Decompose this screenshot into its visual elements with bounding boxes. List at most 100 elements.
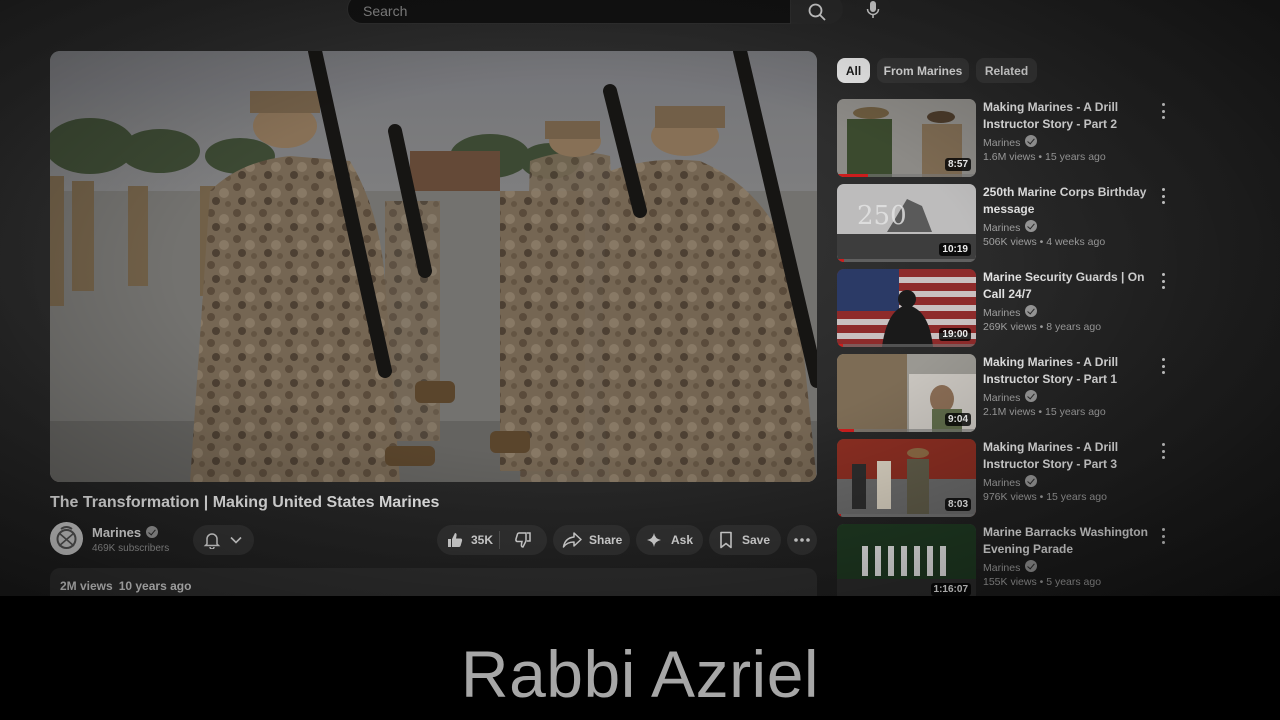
video-duration: 9:04 — [944, 413, 971, 426]
related-video-channel[interactable]: Marines — [983, 305, 1038, 319]
watch-progress-track — [837, 259, 976, 262]
more-vertical-icon[interactable] — [1159, 528, 1167, 544]
upload-age: 10 years ago — [118, 579, 192, 593]
related-video[interactable]: 9:04 Making Marines - A Drill Instructor… — [837, 354, 1177, 434]
channel-name-text[interactable]: Marines — [92, 525, 141, 540]
more-vertical-icon[interactable] — [1159, 103, 1167, 119]
view-count: 2M views — [60, 579, 113, 593]
video-duration: 10:19 — [939, 243, 971, 256]
related-video-title[interactable]: Making Marines - A Drill Instructor Stor… — [983, 354, 1155, 388]
video-duration: 8:03 — [944, 498, 971, 511]
related-video-meta: 1.6M views • 15 years ago — [983, 151, 1106, 163]
related-video-channel-name[interactable]: Marines — [983, 392, 1020, 404]
chip-all[interactable]: All — [837, 58, 870, 83]
channel-avatar[interactable] — [50, 522, 83, 555]
more-vertical-icon[interactable] — [1159, 443, 1167, 459]
like-button[interactable]: 35K — [437, 531, 500, 549]
video-duration: 19:00 — [939, 328, 971, 341]
related-video-title[interactable]: Making Marines - A Drill Instructor Stor… — [983, 439, 1155, 473]
video-thumbnail[interactable]: 19:00 — [837, 269, 976, 347]
video-thumbnail[interactable]: 8:03 — [837, 439, 976, 517]
related-video[interactable]: 1:16:07 Marine Barracks Washington Eveni… — [837, 524, 1177, 596]
chip-related[interactable]: Related — [976, 58, 1037, 83]
microphone-icon — [866, 1, 880, 18]
related-video-meta: 2.1M views • 15 years ago — [983, 406, 1106, 418]
watch-progress-bar — [837, 259, 844, 262]
more-actions-button[interactable] — [787, 525, 817, 555]
save-button[interactable]: Save — [709, 525, 781, 555]
related-video-meta: 155K views • 5 years ago — [983, 576, 1102, 588]
related-video-channel-name[interactable]: Marines — [983, 562, 1020, 574]
voice-search-button[interactable] — [855, 0, 891, 24]
related-video[interactable]: 19:00 Marine Security Guards | On Call 2… — [837, 269, 1177, 349]
search-icon — [808, 3, 826, 21]
svg-text:250: 250 — [857, 201, 907, 231]
notification-bell-button[interactable] — [193, 525, 254, 555]
video-frame-marines-marching — [50, 51, 817, 482]
related-video[interactable]: 8:57 Making Marines - A Drill Instructor… — [837, 99, 1177, 179]
description-meta: 2M views 10 years ago — [60, 579, 191, 593]
more-horizontal-icon — [794, 538, 810, 542]
related-video-channel[interactable]: Marines — [983, 560, 1038, 574]
channel-name[interactable]: Marines — [92, 525, 159, 540]
related-video-meta: 976K views • 15 years ago — [983, 491, 1107, 503]
related-video-channel[interactable]: Marines — [983, 475, 1038, 489]
related-video-meta: 269K views • 8 years ago — [983, 321, 1102, 333]
verified-badge-icon — [146, 526, 159, 538]
thumbs-down-icon — [515, 532, 531, 548]
verified-badge-icon — [1025, 220, 1038, 232]
share-label: Share — [589, 533, 623, 547]
related-video[interactable]: 250 10:19 250th Marine Corps Birthday me… — [837, 184, 1177, 264]
related-video-channel[interactable]: Marines — [983, 135, 1038, 149]
video-duration: 8:57 — [944, 158, 971, 171]
watch-progress-track — [837, 429, 976, 432]
subscriber-count: 469K subscribers — [92, 543, 170, 554]
ask-button[interactable]: Ask — [636, 525, 703, 555]
watch-progress-bar — [837, 514, 842, 517]
bookmark-icon — [720, 531, 732, 549]
verified-badge-icon — [1025, 135, 1038, 147]
search-button[interactable] — [791, 0, 843, 24]
save-label: Save — [742, 533, 771, 547]
related-video-channel[interactable]: Marines — [983, 390, 1038, 404]
related-video-channel-name[interactable]: Marines — [983, 222, 1020, 234]
verified-badge-icon — [1025, 390, 1038, 402]
more-vertical-icon[interactable] — [1159, 188, 1167, 204]
marine-corps-emblem-icon — [50, 522, 83, 555]
watch-progress-bar — [837, 429, 854, 432]
related-video-channel-name[interactable]: Marines — [983, 477, 1020, 489]
chevron-down-icon — [230, 536, 242, 544]
related-video-channel[interactable]: Marines — [983, 220, 1038, 234]
watch-progress-bar — [837, 174, 868, 177]
video-thumbnail[interactable]: 8:57 — [837, 99, 976, 177]
video-title: The Transformation | Making United State… — [50, 494, 440, 511]
related-video-title[interactable]: Marine Barracks Washington Evening Parad… — [983, 524, 1155, 558]
related-video-title[interactable]: 250th Marine Corps Birthday message — [983, 184, 1155, 218]
watch-progress-track — [837, 514, 976, 517]
bell-icon — [203, 533, 221, 549]
verified-badge-icon — [1025, 560, 1038, 572]
search-box[interactable] — [347, 0, 791, 24]
video-thumbnail[interactable]: 250 10:19 — [837, 184, 976, 262]
video-player[interactable] — [50, 51, 817, 482]
related-video-title[interactable]: Making Marines - A Drill Instructor Stor… — [983, 99, 1155, 133]
caption-text: Rabbi Azriel — [460, 637, 820, 711]
related-video-title[interactable]: Marine Security Guards | On Call 24/7 — [983, 269, 1155, 303]
like-dislike-group: 35K — [437, 525, 547, 555]
related-video-channel-name[interactable]: Marines — [983, 307, 1020, 319]
watch-progress-bar — [837, 344, 843, 347]
search-input[interactable] — [361, 2, 765, 20]
share-button[interactable]: Share — [553, 525, 630, 555]
related-video[interactable]: 8:03 Making Marines - A Drill Instructor… — [837, 439, 1177, 519]
related-video-channel-name[interactable]: Marines — [983, 137, 1020, 149]
dislike-button[interactable] — [500, 531, 546, 549]
video-thumbnail[interactable]: 9:04 — [837, 354, 976, 432]
more-vertical-icon[interactable] — [1159, 273, 1167, 289]
watch-progress-track — [837, 344, 976, 347]
more-vertical-icon[interactable] — [1159, 358, 1167, 374]
verified-badge-icon — [1025, 305, 1038, 317]
sparkle-icon — [647, 533, 661, 547]
video-thumbnail[interactable]: 1:16:07 — [837, 524, 976, 596]
chip-from-marines[interactable]: From Marines — [877, 58, 969, 83]
like-count: 35K — [471, 533, 494, 547]
